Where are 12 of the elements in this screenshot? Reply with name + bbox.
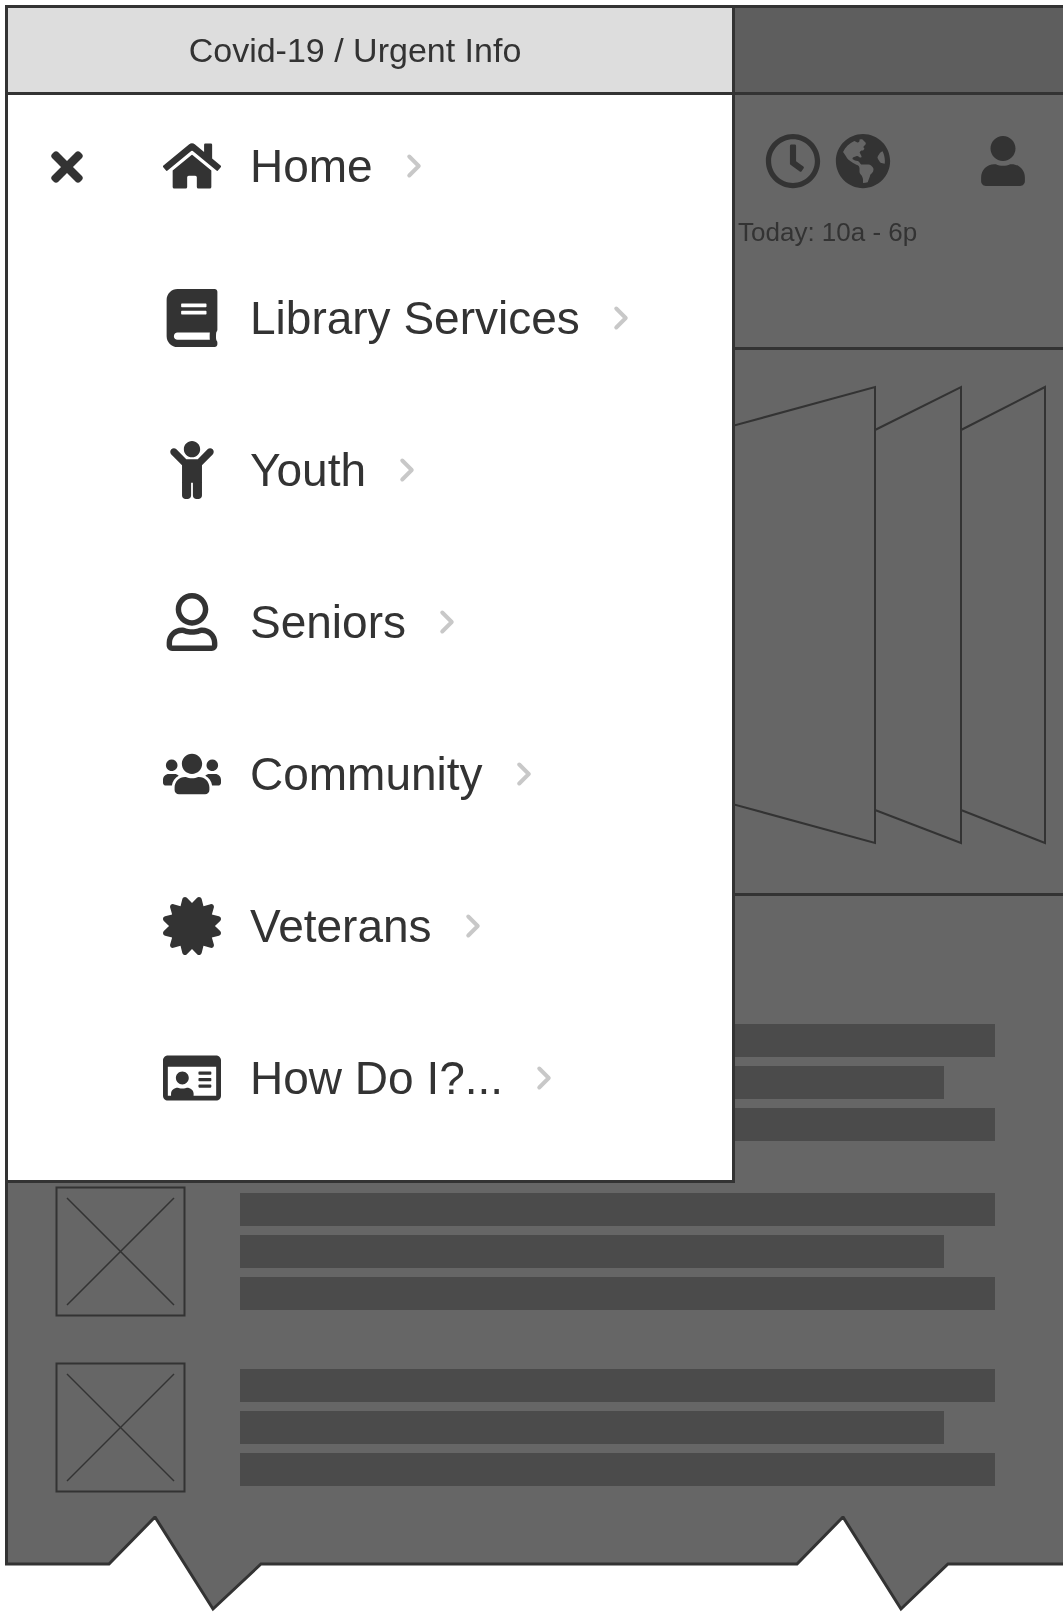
user-icon[interactable] — [978, 136, 1028, 186]
menu-item[interactable]: Seniors — [156, 551, 640, 693]
menu-item[interactable]: Youth — [156, 399, 640, 541]
clock-icon[interactable] — [765, 133, 821, 189]
badge-icon — [163, 897, 221, 955]
menu-item[interactable]: Library Services — [156, 247, 640, 389]
menu-item[interactable]: Veterans — [156, 855, 640, 997]
globe-icon[interactable] — [835, 133, 891, 189]
menu-item[interactable]: Home — [156, 95, 640, 237]
menu-item[interactable]: How Do I?... — [156, 1007, 640, 1149]
menu-item[interactable]: Community — [156, 703, 640, 845]
urgent-info-banner[interactable]: Covid-19 / Urgent Info — [8, 8, 732, 95]
